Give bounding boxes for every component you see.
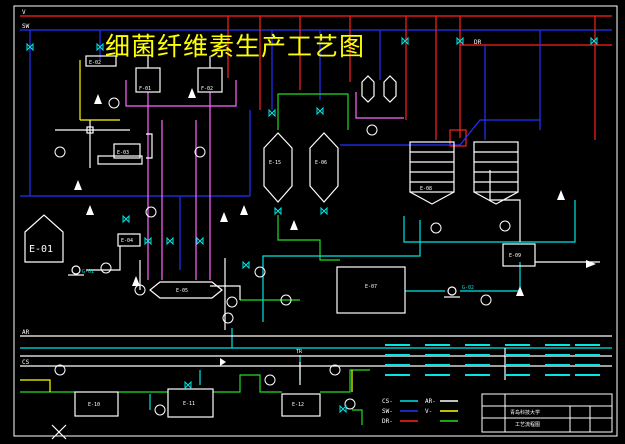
column-e08 xyxy=(409,141,455,193)
yellow-lines xyxy=(20,60,353,392)
valve[interactable] xyxy=(122,214,130,224)
legend: CS- SW- DR- AR- V- xyxy=(382,344,600,425)
label-e02: E-02 xyxy=(89,60,101,66)
valve[interactable] xyxy=(590,36,598,46)
instrument-bubble xyxy=(226,296,238,308)
fermenter-e15 xyxy=(263,132,293,203)
label-e01: E-01 xyxy=(29,244,53,255)
flow-arrow xyxy=(94,94,102,104)
label-e05: E-05 xyxy=(176,288,188,294)
legend-ar: AR- xyxy=(425,398,436,405)
pump-g01 xyxy=(71,265,81,275)
label-e08: E-08 xyxy=(420,186,432,192)
valve[interactable] xyxy=(320,206,328,216)
valve[interactable] xyxy=(274,206,282,216)
legend-sw: SW- xyxy=(382,408,393,415)
instrument-bubble xyxy=(264,374,276,386)
drawing-frame xyxy=(13,5,618,437)
instrument-bubble xyxy=(366,124,378,136)
valve[interactable] xyxy=(184,380,192,390)
label-line-cs: CS xyxy=(22,359,30,366)
small-vessel-1 xyxy=(361,75,375,103)
magenta-feed-lines xyxy=(125,80,404,280)
instrument-bubble xyxy=(480,294,492,306)
small-vessel-2 xyxy=(383,75,397,103)
flow-arrow xyxy=(290,220,298,230)
flow-arrows xyxy=(74,88,596,366)
label-f01: F-01 xyxy=(139,86,151,92)
instrument-bubble xyxy=(430,222,442,234)
valve[interactable] xyxy=(316,106,324,116)
label-e04: E-04 xyxy=(121,238,133,244)
label-line-dr: DR xyxy=(474,39,482,46)
valve[interactable] xyxy=(242,260,250,270)
diagram-title: 细菌纤维素生产工艺图 xyxy=(105,32,366,61)
instrument-bubble xyxy=(499,220,511,232)
label-line-v: V xyxy=(22,9,26,16)
legend-dr: DR- xyxy=(382,418,393,425)
valve[interactable] xyxy=(339,404,347,414)
flow-arrow xyxy=(220,358,226,366)
flow-arrow xyxy=(86,205,94,215)
flow-arrow xyxy=(557,190,565,200)
label-e11: E-11 xyxy=(183,401,195,407)
title-block-name: 青岛科技大学 xyxy=(510,409,540,416)
label-line-tr: TR xyxy=(296,349,303,355)
label-e07: E-07 xyxy=(365,284,377,290)
label-e12: E-12 xyxy=(292,402,304,408)
flow-arrow xyxy=(74,180,82,190)
green-process-lines xyxy=(20,93,370,425)
label-e06: E-06 xyxy=(315,160,327,166)
label-e03: E-03 xyxy=(117,150,129,156)
column-e09-pair xyxy=(473,141,519,193)
flow-arrow xyxy=(240,205,248,215)
tank-e07 xyxy=(336,266,406,314)
instrument-bubble xyxy=(100,262,112,274)
label-e10: E-10 xyxy=(88,402,100,408)
legend-cs: CS- xyxy=(382,398,393,405)
flow-arrow xyxy=(220,212,228,222)
label-e15: E-15 xyxy=(269,160,281,166)
drawing-canvas: E-01 G-01 E-02 F-01 F-02 E-03 E-04 E-05 … xyxy=(0,0,625,444)
valve[interactable] xyxy=(401,36,409,46)
valve[interactable] xyxy=(196,236,204,246)
valve[interactable] xyxy=(268,108,276,118)
process-flow-diagram: E-01 G-01 E-02 F-01 F-02 E-03 E-04 E-05 … xyxy=(13,5,618,440)
title-block-drawing: 工艺流程图 xyxy=(515,421,540,428)
label-f02: F-02 xyxy=(201,86,213,92)
title-block xyxy=(481,393,613,433)
instrument-bubble xyxy=(108,97,120,109)
label-e09: E-09 xyxy=(509,253,521,259)
valve[interactable] xyxy=(166,236,174,246)
instrument-bubble xyxy=(54,146,66,158)
flow-arrow xyxy=(586,260,596,268)
label-g02: G-02 xyxy=(462,285,474,291)
label-line-sw: SW xyxy=(22,23,30,30)
flow-arrow xyxy=(188,88,196,98)
flow-arrow xyxy=(132,276,140,286)
label-line-ar: AR xyxy=(22,329,30,336)
fermenter-e06 xyxy=(309,132,339,203)
instrument-bubble xyxy=(154,404,166,416)
label-g01: G-01 xyxy=(82,269,94,275)
pump-g02 xyxy=(447,286,457,296)
cyan-lines xyxy=(20,200,612,410)
legend-v: V- xyxy=(425,408,432,415)
